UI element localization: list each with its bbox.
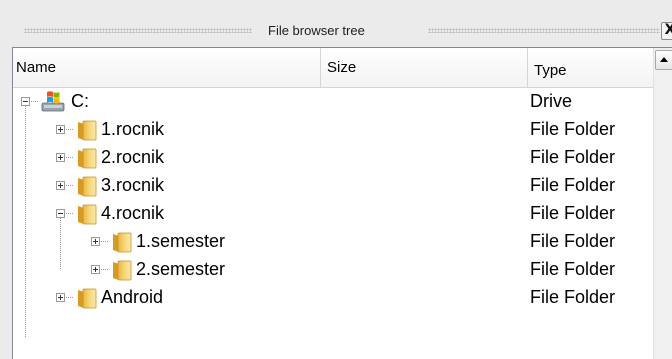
tree-item-name: 3.rocnik bbox=[101, 175, 165, 195]
close-button[interactable]: X bbox=[661, 22, 672, 40]
tree-item-type: File Folder bbox=[530, 147, 616, 167]
tree-connector bbox=[101, 269, 109, 270]
drag-grip-left[interactable] bbox=[24, 28, 252, 33]
tree-item-name: 2.semester bbox=[136, 259, 226, 279]
tree-connector bbox=[66, 213, 74, 214]
tree-item-type: File Folder bbox=[530, 175, 616, 195]
tree-item-type: File Folder bbox=[530, 259, 616, 279]
tree-item-type: Drive bbox=[530, 91, 573, 111]
drive-icon bbox=[40, 89, 66, 113]
tree-row[interactable]: 2.semester File Folder bbox=[13, 256, 653, 284]
tree-row[interactable]: 1.rocnik File Folder bbox=[13, 116, 653, 144]
tree-guide-line bbox=[25, 106, 26, 337]
tree-item-name: 4.rocnik bbox=[101, 203, 165, 223]
tree-connector bbox=[66, 185, 74, 186]
folder-icon bbox=[110, 259, 132, 281]
collapse-toggle-icon[interactable] bbox=[21, 97, 30, 106]
collapse-toggle-icon[interactable] bbox=[56, 209, 65, 218]
column-header-size[interactable]: Size bbox=[321, 48, 528, 87]
tree-row[interactable]: 2.rocnik File Folder bbox=[13, 144, 653, 172]
tree-item-name: 1.semester bbox=[136, 231, 226, 251]
expand-toggle-icon[interactable] bbox=[56, 293, 65, 302]
dock-title-bar[interactable]: File browser tree X bbox=[10, 18, 672, 44]
folder-icon bbox=[75, 119, 97, 141]
file-tree-view[interactable]: Name Size Type C: Drive 1.rocnik File Folde… bbox=[12, 47, 672, 359]
vertical-scrollbar[interactable] bbox=[653, 48, 672, 359]
tree-item-name: 2.rocnik bbox=[101, 147, 165, 167]
tree-item-type: File Folder bbox=[530, 231, 616, 251]
folder-icon bbox=[75, 287, 97, 309]
tree-guide-line bbox=[60, 218, 61, 269]
tree-connector bbox=[66, 297, 74, 298]
tree-row[interactable]: Android File Folder bbox=[13, 284, 653, 312]
tree-connector bbox=[101, 241, 109, 242]
expand-toggle-icon[interactable] bbox=[56, 181, 65, 190]
folder-icon bbox=[75, 147, 97, 169]
expand-toggle-icon[interactable] bbox=[91, 237, 100, 246]
tree-connector bbox=[66, 129, 74, 130]
tree-connector bbox=[66, 157, 74, 158]
column-header-type[interactable]: Type bbox=[528, 51, 653, 90]
tree-item-type: File Folder bbox=[530, 287, 616, 307]
tree-row[interactable]: C: Drive bbox=[13, 88, 653, 116]
tree-rows: C: Drive 1.rocnik File Folder 2.rocnik File F… bbox=[13, 88, 653, 359]
expand-toggle-icon[interactable] bbox=[56, 153, 65, 162]
column-header: Name Size Type bbox=[13, 48, 653, 88]
tree-row[interactable]: 3.rocnik File Folder bbox=[13, 172, 653, 200]
folder-icon bbox=[110, 231, 132, 253]
expand-toggle-icon[interactable] bbox=[56, 125, 65, 134]
arrow-up-icon bbox=[660, 57, 668, 62]
drag-grip-right[interactable] bbox=[428, 28, 660, 33]
tree-connector bbox=[31, 101, 39, 102]
tree-item-type: File Folder bbox=[530, 203, 616, 223]
tree-item-name: C: bbox=[71, 91, 89, 111]
panel-title: File browser tree bbox=[268, 23, 365, 38]
tree-row[interactable]: 4.rocnik File Folder bbox=[13, 200, 653, 228]
column-header-name[interactable]: Name bbox=[13, 48, 321, 87]
tree-item-name: Android bbox=[101, 287, 164, 307]
tree-item-name: 1.rocnik bbox=[101, 119, 165, 139]
expand-toggle-icon[interactable] bbox=[91, 265, 100, 274]
tree-item-type: File Folder bbox=[530, 119, 616, 139]
scroll-up-button[interactable] bbox=[655, 50, 672, 70]
folder-icon bbox=[75, 175, 97, 197]
tree-row[interactable]: 1.semester File Folder bbox=[13, 228, 653, 256]
folder-icon bbox=[75, 203, 97, 225]
